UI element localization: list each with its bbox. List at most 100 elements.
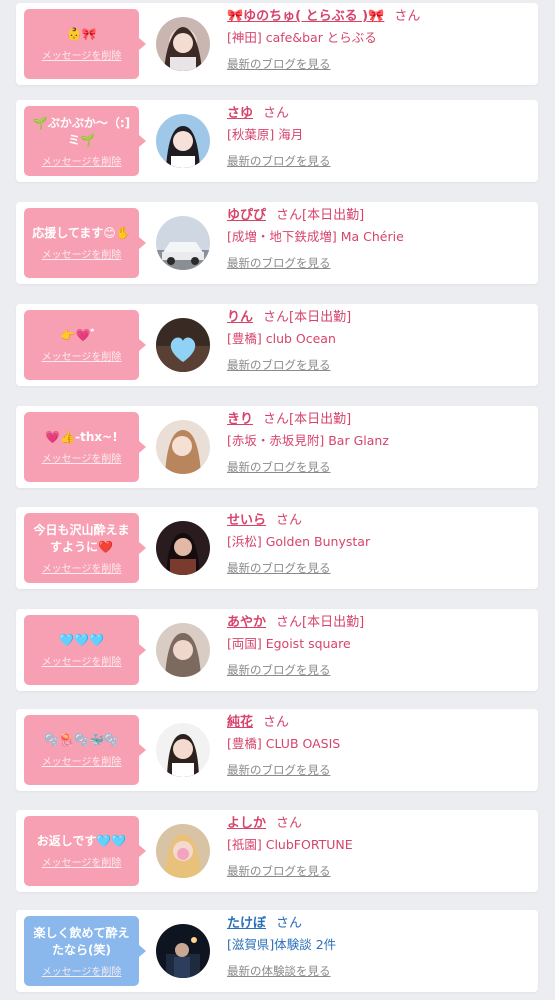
- message-bubble: 楽しく飲めて酔えたなら(笑) メッセージを削除: [24, 916, 146, 986]
- card-info: さゆ さん [秋葉原] 海月 最新のブログを見る: [227, 104, 530, 169]
- name-line: きり さん[本日出勤]: [227, 410, 530, 430]
- cast-name-link[interactable]: せいら: [227, 513, 266, 528]
- girl-photo-avatar[interactable]: [156, 723, 210, 777]
- latest-blog-link[interactable]: 最新のブログを見る: [227, 662, 331, 678]
- shop-label: [豊橋] CLUB OASIS: [227, 736, 341, 751]
- message-card: 💗👍-thx~! メッセージを削除 きり さん[本日出勤] [赤坂・赤坂見附] B…: [16, 406, 538, 488]
- message-bubble: 🌱ぷかぷか〜（:]ミ🌱 メッセージを削除: [24, 106, 146, 176]
- message-bubble: 🩵🩵🩵 メッセージを削除: [24, 615, 146, 685]
- cast-name-link[interactable]: さゆ: [227, 106, 253, 121]
- delete-message-link[interactable]: メッセージを削除: [42, 854, 122, 869]
- shop-label: [両国] Egoist square: [227, 636, 351, 651]
- message-card: 👉💗゛ メッセージを削除 りん さん[本日出勤] [豊橋] club Ocean …: [16, 304, 538, 386]
- girl-photo-avatar[interactable]: [156, 420, 210, 474]
- heart-avatar[interactable]: [156, 318, 210, 372]
- latest-blog-link[interactable]: 最新のブログを見る: [227, 863, 331, 879]
- latest-blog-link[interactable]: 最新のブログを見る: [227, 357, 331, 373]
- name-line: せいら さん: [227, 511, 530, 531]
- message-text: 🩵🩵🩵: [59, 633, 104, 647]
- name-line: さゆ さん: [227, 104, 530, 124]
- honorific: さん: [394, 9, 421, 24]
- girl-photo-avatar[interactable]: [156, 521, 210, 575]
- card-info: 純花 さん [豊橋] CLUB OASIS 最新のブログを見る: [227, 713, 530, 778]
- message-text: 🌱ぷかぷか〜（:]ミ🌱: [32, 115, 131, 147]
- message-text: 💗👍-thx~!: [45, 430, 118, 444]
- message-bubble: お返しです🩵🩵 メッセージを削除: [24, 816, 146, 886]
- message-card: 🩵🩵🩵 メッセージを削除 あやか さん[本日出勤] [両国] Egoist squ…: [16, 609, 538, 691]
- message-card: 👶🎀 メッセージを削除 🎀ゆのちゅ( とらぶる )🎀 さん [神田] cafe&b…: [16, 3, 538, 85]
- shop-label: [豊橋] club Ocean: [227, 331, 336, 346]
- name-line: あやか さん[本日出勤]: [227, 613, 530, 633]
- message-text: 👶🎀: [66, 27, 97, 41]
- girl-photo-avatar[interactable]: [156, 114, 210, 168]
- honorific: さん: [263, 715, 290, 730]
- delete-message-link[interactable]: メッセージを削除: [42, 653, 122, 668]
- cast-name-link[interactable]: 純花: [227, 715, 253, 730]
- honorific: さん: [263, 310, 290, 325]
- avatar-image: [156, 521, 210, 575]
- message-text: 応援してます😊✋: [32, 226, 131, 240]
- card-info: 🎀ゆのちゅ( とらぶる )🎀 さん [神田] cafe&bar とらぶる 最新のブ…: [227, 7, 530, 72]
- message-bubble: 🫧🪼🫧🐳🫧 メッセージを削除: [24, 715, 146, 785]
- delete-message-link[interactable]: メッセージを削除: [42, 963, 122, 978]
- delete-message-link[interactable]: メッセージを削除: [42, 153, 122, 168]
- status-badge: [本日出勤]: [302, 615, 365, 630]
- message-card: お返しです🩵🩵 メッセージを削除 よしか さん [祇園] ClubFORTUNE …: [16, 810, 538, 892]
- avatar-image: [156, 924, 210, 978]
- girl-photo-avatar[interactable]: [156, 17, 210, 71]
- shop-label: [秋葉原] 海月: [227, 127, 304, 142]
- latest-blog-link[interactable]: 最新のブログを見る: [227, 56, 331, 72]
- message-bubble: 👉💗゛ メッセージを削除: [24, 310, 146, 380]
- card-info: たけぼ さん [滋賀県]体験談 2件 最新の体験談を見る: [227, 914, 530, 979]
- avatar-image: [156, 723, 210, 777]
- message-card: 楽しく飲めて酔えたなら(笑) メッセージを削除 たけぼ さん [滋賀県]体験談 2…: [16, 910, 538, 992]
- latest-blog-link[interactable]: 最新の体験談を見る: [227, 963, 331, 979]
- name-line: よしか さん: [227, 814, 530, 834]
- delete-message-link[interactable]: メッセージを削除: [42, 753, 122, 768]
- cast-name-link[interactable]: りん: [227, 310, 253, 325]
- cast-name-link[interactable]: ゆぴぴ: [227, 208, 266, 223]
- cast-name-link[interactable]: たけぼ: [227, 916, 266, 931]
- card-info: せいら さん [浜松] Golden Bunystar 最新のブログを見る: [227, 511, 530, 576]
- message-text: 今日も沢山酔えますように❤️: [33, 522, 130, 554]
- message-card: 応援してます😊✋ メッセージを削除 ゆぴぴ さん[本日出勤] [成増・地下鉄成増]…: [16, 202, 538, 284]
- latest-blog-link[interactable]: 最新のブログを見る: [227, 459, 331, 475]
- card-info: りん さん[本日出勤] [豊橋] club Ocean 最新のブログを見る: [227, 308, 530, 373]
- name-line: りん さん[本日出勤]: [227, 308, 530, 328]
- delete-message-link[interactable]: メッセージを削除: [42, 450, 122, 465]
- avatar-image: [156, 216, 210, 270]
- message-text: 🫧🪼🫧🐳🫧: [44, 733, 119, 747]
- card-info: よしか さん [祇園] ClubFORTUNE 最新のブログを見る: [227, 814, 530, 879]
- night-photo-avatar[interactable]: [156, 924, 210, 978]
- cast-name-link[interactable]: きり: [227, 412, 253, 427]
- honorific: さん: [276, 513, 303, 528]
- latest-blog-link[interactable]: 最新のブログを見る: [227, 762, 331, 778]
- message-text: 👉💗゛: [60, 328, 103, 342]
- shop-label: [神田] cafe&bar とらぶる: [227, 30, 377, 45]
- card-info: あやか さん[本日出勤] [両国] Egoist square 最新のブログを見る: [227, 613, 530, 678]
- name-line: たけぼ さん: [227, 914, 530, 934]
- message-bubble: 💗👍-thx~! メッセージを削除: [24, 412, 146, 482]
- girl-photo-avatar[interactable]: [156, 824, 210, 878]
- avatar-image: [156, 824, 210, 878]
- status-badge: [本日出勤]: [289, 310, 352, 325]
- cast-name-link[interactable]: あやか: [227, 615, 266, 630]
- message-card: 🫧🪼🫧🐳🫧 メッセージを削除 純花 さん [豊橋] CLUB OASIS 最新のブ…: [16, 709, 538, 791]
- avatar-image: [156, 420, 210, 474]
- name-line: ゆぴぴ さん[本日出勤]: [227, 206, 530, 226]
- latest-blog-link[interactable]: 最新のブログを見る: [227, 255, 331, 271]
- delete-message-link[interactable]: メッセージを削除: [42, 47, 122, 62]
- latest-blog-link[interactable]: 最新のブログを見る: [227, 560, 331, 576]
- delete-message-link[interactable]: メッセージを削除: [42, 348, 122, 363]
- delete-message-link[interactable]: メッセージを削除: [42, 560, 122, 575]
- shop-label: [成増・地下鉄成増] Ma Chérie: [227, 229, 404, 244]
- honorific: さん: [263, 106, 290, 121]
- cast-name-link[interactable]: よしか: [227, 816, 266, 831]
- girl-photo-avatar[interactable]: [156, 623, 210, 677]
- avatar-image: [156, 114, 210, 168]
- honorific: さん: [263, 412, 290, 427]
- delete-message-link[interactable]: メッセージを削除: [42, 246, 122, 261]
- cast-name-link[interactable]: 🎀ゆのちゅ( とらぶる )🎀: [227, 9, 384, 24]
- car-photo-avatar[interactable]: [156, 216, 210, 270]
- latest-blog-link[interactable]: 最新のブログを見る: [227, 153, 331, 169]
